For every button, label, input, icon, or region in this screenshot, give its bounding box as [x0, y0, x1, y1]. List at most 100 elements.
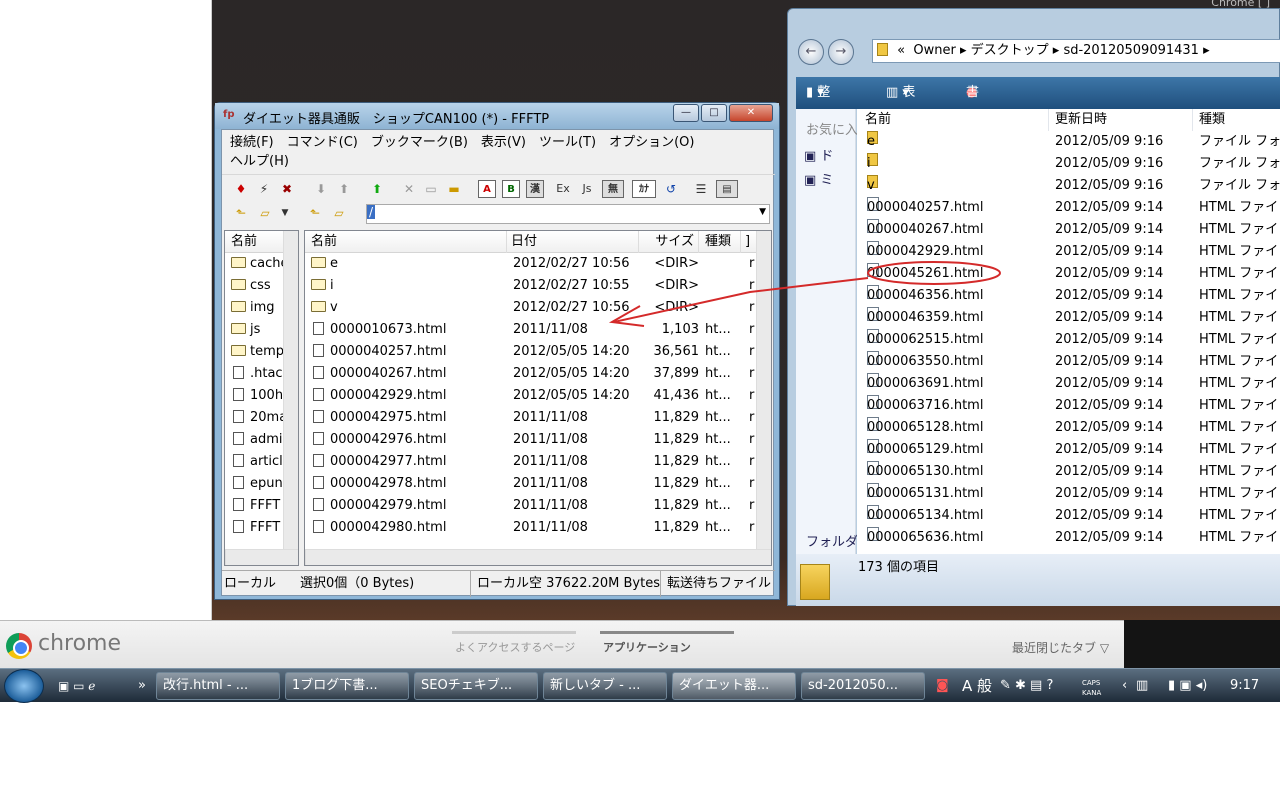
local-up-folder-icon[interactable]: ⬑	[232, 204, 250, 222]
explorer-list-item[interactable]: 0000063550.html 2012/05/09 9:14 HTML ファイ	[857, 351, 1280, 373]
remote-path-input[interactable]: / ▼	[366, 204, 770, 224]
menu-view[interactable]: 表示(V)	[481, 135, 526, 150]
explorer-date-header[interactable]: 更新日時	[1049, 109, 1193, 131]
remote-date-header[interactable]: 日付	[511, 231, 639, 253]
address-bar[interactable]: « Owner ▸ デスクトップ ▸ sd-20120509091431 ▸	[872, 39, 1280, 63]
remote-name-header[interactable]: 名前	[311, 231, 507, 253]
remote-list-item[interactable]: 0000042980.html 2011/11/08 11,829 ht... r	[305, 517, 771, 539]
remote-list-item[interactable]: 0000042979.html 2011/11/08 11,829 ht... r	[305, 495, 771, 517]
explorer-list-item[interactable]: 0000040257.html 2012/05/09 9:14 HTML ファイ	[857, 197, 1280, 219]
auto-mode-button[interactable]: 漢	[526, 180, 544, 198]
js-button[interactable]: Js	[578, 180, 596, 198]
task-button-1[interactable]: 改行.html - ...	[156, 672, 280, 700]
nav-folders[interactable]: フォルダ	[806, 531, 858, 550]
remote-type-header[interactable]: 種類	[705, 231, 741, 253]
task-button-4[interactable]: 新しいタブ - ...	[543, 672, 667, 700]
ime-tool-icons[interactable]: ✎ ✱ ▤ ?	[1000, 669, 1053, 703]
download-icon[interactable]: ⬇	[312, 180, 330, 198]
menu-help[interactable]: ヘルプ(H)	[230, 154, 289, 169]
clock[interactable]: 9:17	[1230, 669, 1259, 703]
menu-options[interactable]: オプション(O)	[609, 135, 694, 150]
ex-button[interactable]: Ex	[554, 180, 572, 198]
remote-list-item[interactable]: 0000042929.html 2012/05/05 14:20 41,436 ht.…	[305, 385, 771, 407]
breadcrumb-overflow[interactable]: «	[897, 43, 905, 58]
quick-connect-icon[interactable]: ⚡	[255, 180, 273, 198]
remote-list-item[interactable]: 0000042977.html 2011/11/08 11,829 ht... r	[305, 451, 771, 473]
remote-attr-header[interactable]: ]	[745, 231, 750, 253]
no-kana-button[interactable]: 無	[602, 180, 624, 198]
explorer-list-item[interactable]: 0000065129.html 2012/05/09 9:14 HTML ファイ	[857, 439, 1280, 461]
breadcrumb-folder[interactable]: sd-20120509091431	[1063, 43, 1199, 58]
remote-list-item[interactable]: 0000042976.html 2011/11/08 11,829 ht... r	[305, 429, 771, 451]
ime-mode[interactable]: A 般	[962, 669, 992, 703]
breadcrumb-owner[interactable]: Owner	[913, 43, 955, 58]
explorer-type-header[interactable]: 種類	[1193, 109, 1280, 131]
delete-icon[interactable]: ✕	[400, 180, 418, 198]
new-folder-icon[interactable]: ▬	[445, 180, 463, 198]
ffftp-window[interactable]: fp ダイエット器具通販 ショップCAN100 (*) - FFFTP — □ …	[214, 102, 780, 600]
menu-bookmark[interactable]: ブックマーク(B)	[371, 135, 468, 150]
mirror-upload-icon[interactable]: ⬆	[368, 180, 386, 198]
nav-favorites[interactable]: お気に入	[806, 119, 858, 138]
task-button-6[interactable]: sd-2012050...	[801, 672, 925, 700]
explorer-list-item[interactable]: 0000065130.html 2012/05/09 9:14 HTML ファイ	[857, 461, 1280, 483]
binary-mode-button[interactable]: B	[502, 180, 520, 198]
quicklaunch-overflow[interactable]: »	[138, 669, 146, 703]
local-path-dropdown[interactable]: ▼	[276, 204, 294, 222]
local-hscrollbar[interactable]	[225, 549, 298, 565]
view-button[interactable]: ▥ 表示 ▾	[886, 77, 915, 132]
list-view-icon[interactable]: ☰	[692, 180, 710, 198]
remote-path-dropdown[interactable]: ▼	[759, 207, 766, 217]
disconnect-icon[interactable]: ✖	[278, 180, 296, 198]
close-button[interactable]: ✕	[729, 104, 773, 122]
explorer-list-item[interactable]: e 2012/05/09 9:16 ファイル フォ	[857, 131, 1280, 153]
explorer-list-item[interactable]: 0000065128.html 2012/05/09 9:14 HTML ファイ	[857, 417, 1280, 439]
recently-closed-button[interactable]: 最近閉じたタブ ▽	[1012, 639, 1109, 656]
task-button-5[interactable]: ダイエット器...	[672, 672, 796, 700]
tab-frequent[interactable]: よくアクセスするページ	[455, 639, 575, 655]
explorer-list-item[interactable]: 0000063716.html 2012/05/09 9:14 HTML ファイ	[857, 395, 1280, 417]
explorer-name-header[interactable]: 名前	[857, 109, 1049, 131]
task-button-2[interactable]: 1ブログ下書...	[285, 672, 409, 700]
remote-size-header[interactable]: サイズ	[641, 231, 699, 253]
remote-list-item[interactable]: 0000042975.html 2011/11/08 11,829 ht... r	[305, 407, 771, 429]
kana-button[interactable]: ｶﾅ	[632, 180, 656, 198]
nav-item-1[interactable]: ▣ ド	[804, 145, 833, 164]
forward-button[interactable]: →	[828, 39, 854, 65]
start-button[interactable]	[4, 669, 44, 703]
remote-up-folder-icon[interactable]: ⬑	[306, 204, 324, 222]
menu-tools[interactable]: ツール(T)	[539, 135, 596, 150]
remote-list-item[interactable]: 0000042978.html 2011/11/08 11,829 ht... r	[305, 473, 771, 495]
remote-hscrollbar[interactable]	[305, 549, 771, 565]
breadcrumb-desktop[interactable]: デスクトップ	[971, 43, 1049, 58]
connect-icon[interactable]: ♦	[232, 180, 250, 198]
back-button[interactable]: ←	[798, 39, 824, 65]
detail-view-icon[interactable]: ▤	[716, 180, 738, 198]
local-vscrollbar[interactable]	[283, 231, 298, 549]
tab-apps[interactable]: アプリケーション	[603, 639, 691, 655]
remote-list-item[interactable]: 0000040257.html 2012/05/05 14:20 36,561 ht.…	[305, 341, 771, 363]
nav-item-2[interactable]: ▣ ミ	[804, 169, 833, 188]
menu-command[interactable]: コマンド(C)	[287, 135, 358, 150]
explorer-list-item[interactable]: 0000063691.html 2012/05/09 9:14 HTML ファイ	[857, 373, 1280, 395]
organize-button[interactable]: ▮ 整理 ▾	[806, 77, 830, 132]
explorer-list-item[interactable]: 0000040267.html 2012/05/09 9:14 HTML ファイ	[857, 219, 1280, 241]
minimize-button[interactable]: —	[673, 104, 699, 122]
upload-icon[interactable]: ⬆	[335, 180, 353, 198]
ffftp-titlebar[interactable]: fp ダイエット器具通販 ショップCAN100 (*) - FFFTP — □ …	[215, 103, 779, 129]
remote-list-item[interactable]: 0000040267.html 2012/05/05 14:20 37,899 ht.…	[305, 363, 771, 385]
tray-expand-icon[interactable]: ‹	[1122, 669, 1127, 703]
network-icon[interactable]: ▥	[1136, 669, 1148, 703]
refresh-icon[interactable]: ↺	[662, 180, 680, 198]
explorer-list-item[interactable]: 0000065636.html 2012/05/09 9:14 HTML ファイ	[857, 527, 1280, 549]
local-open-folder-icon[interactable]: ▱	[256, 204, 274, 222]
explorer-list-item[interactable]: i 2012/05/09 9:16 ファイル フォ	[857, 153, 1280, 175]
explorer-list-item[interactable]: 0000065131.html 2012/05/09 9:14 HTML ファイ	[857, 483, 1280, 505]
menu-connect[interactable]: 接続(F)	[230, 135, 274, 150]
ime-pad-icon[interactable]: ◙	[936, 669, 949, 703]
quicklaunch-icons[interactable]: ▣ ▭ ℯ	[58, 669, 95, 703]
rename-icon[interactable]: ▭	[422, 180, 440, 198]
remote-open-folder-icon[interactable]: ▱	[330, 204, 348, 222]
local-file-pane[interactable]: 名前 cache css img js temp .htac 100h 20ma admi art…	[224, 230, 299, 566]
tray-icons[interactable]: ▮ ▣ ◂)	[1168, 669, 1207, 703]
